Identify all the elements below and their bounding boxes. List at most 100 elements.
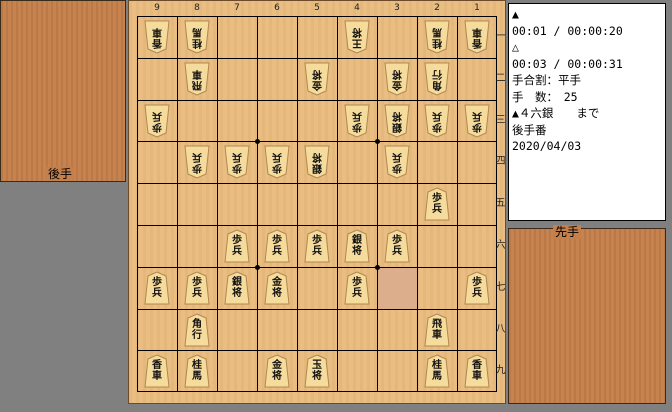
gote-piece[interactable]: 銀将 <box>384 104 410 138</box>
piece-char: 歩 <box>392 162 402 174</box>
piece-char: 銀 <box>392 120 402 132</box>
piece-char: 王 <box>352 36 362 48</box>
sente-piece[interactable]: 玉将 <box>304 354 330 388</box>
piece-char: 歩 <box>192 162 202 174</box>
piece-char: 桂 <box>432 36 442 48</box>
grid-line <box>257 17 258 391</box>
rank-label: 三 <box>495 114 506 126</box>
grid-line <box>138 350 496 352</box>
star-point <box>375 264 380 270</box>
gote-piece[interactable]: 桂馬 <box>424 20 450 54</box>
grid-line <box>377 17 378 391</box>
sente-piece[interactable]: 歩兵 <box>144 271 170 305</box>
sente-piece[interactable]: 香車 <box>144 354 170 388</box>
piece-char: 香 <box>152 360 162 372</box>
piece-char: 兵 <box>352 287 362 299</box>
piece-char: 兵 <box>432 204 442 216</box>
rank-label: 一 <box>495 30 506 42</box>
gote-piece[interactable]: 角行 <box>424 62 450 96</box>
gote-piece[interactable]: 歩兵 <box>184 145 210 179</box>
game-date: 2020/04/03 <box>512 139 582 153</box>
gote-piece[interactable]: 銀将 <box>304 145 330 179</box>
sente-piece[interactable]: 歩兵 <box>384 229 410 263</box>
gote-piece[interactable]: 香車 <box>144 20 170 54</box>
grid-line <box>138 266 496 268</box>
gote-piece[interactable]: 桂馬 <box>184 20 210 54</box>
rank-label: 四 <box>495 156 506 168</box>
sente-piece[interactable]: 銀将 <box>344 229 370 263</box>
piece-char: 将 <box>392 67 402 79</box>
sente-piece[interactable]: 歩兵 <box>344 271 370 305</box>
grid-line <box>177 17 178 391</box>
file-label: 9 <box>154 3 160 13</box>
sente-piece[interactable]: 桂馬 <box>184 354 210 388</box>
piece-char: 歩 <box>152 276 162 288</box>
sente-piece-stand[interactable]: 先手 <box>508 225 666 404</box>
gote-piece[interactable]: 金将 <box>304 62 330 96</box>
gote-piece[interactable]: 歩兵 <box>264 145 290 179</box>
piece-char: 香 <box>152 36 162 48</box>
gote-piece[interactable]: 歩兵 <box>464 104 490 138</box>
gote-piece-stand[interactable]: 後手 <box>0 0 126 182</box>
file-label: 2 <box>434 3 440 13</box>
game-info-panel: ▲ 00:01 / 00:00:20 △ 00:03 / 00:00:31 手合… <box>508 3 666 221</box>
piece-char: 香 <box>472 36 482 48</box>
file-label: 1 <box>474 3 480 13</box>
sente-piece[interactable]: 歩兵 <box>464 271 490 305</box>
piece-char: 将 <box>232 287 242 299</box>
file-label: 6 <box>274 3 280 13</box>
gote-piece[interactable]: 歩兵 <box>384 145 410 179</box>
rank-label: 五 <box>495 198 506 210</box>
sente-stand-label: 先手 <box>553 225 582 239</box>
piece-char: 歩 <box>272 162 282 174</box>
sente-piece[interactable]: 金将 <box>264 354 290 388</box>
piece-char: 将 <box>352 25 362 37</box>
gote-turn-mark: ▲ <box>512 7 519 21</box>
sente-piece[interactable]: 香車 <box>464 354 490 388</box>
gote-piece[interactable]: 王将 <box>344 20 370 54</box>
piece-char: 将 <box>312 371 322 383</box>
side-to-move-text: 後手番 <box>512 122 547 137</box>
piece-char: 馬 <box>432 25 442 37</box>
gote-piece[interactable]: 香車 <box>464 20 490 54</box>
piece-char: 角 <box>432 78 442 90</box>
grid-line <box>138 141 496 143</box>
gote-piece[interactable]: 歩兵 <box>224 145 250 179</box>
piece-char: 行 <box>432 67 442 79</box>
sente-piece[interactable]: 歩兵 <box>184 271 210 305</box>
sente-piece[interactable]: 飛車 <box>424 312 450 347</box>
gote-piece[interactable]: 飛車 <box>184 62 210 96</box>
gote-piece[interactable]: 歩兵 <box>424 104 450 138</box>
piece-char: 歩 <box>472 120 482 132</box>
gote-piece[interactable]: 金将 <box>384 62 410 96</box>
piece-char: 兵 <box>352 109 362 121</box>
piece-char: 歩 <box>352 276 362 288</box>
file-label: 5 <box>314 3 320 13</box>
piece-char: 車 <box>152 25 162 37</box>
sente-piece[interactable]: 銀将 <box>224 271 250 305</box>
grid-line <box>138 225 496 226</box>
last-move-highlight <box>378 267 417 309</box>
sente-piece[interactable]: 歩兵 <box>424 187 450 221</box>
piece-char: 車 <box>152 371 162 383</box>
sente-piece[interactable]: 歩兵 <box>264 229 290 263</box>
piece-char: 兵 <box>392 151 402 163</box>
sente-piece[interactable]: 桂馬 <box>424 354 450 388</box>
star-point <box>255 264 260 270</box>
piece-char: 車 <box>472 371 482 383</box>
sente-piece[interactable]: 金将 <box>264 271 290 305</box>
piece-char: 歩 <box>432 120 442 132</box>
piece-char: 桂 <box>432 360 442 372</box>
piece-char: 車 <box>192 67 202 79</box>
sente-piece[interactable]: 歩兵 <box>224 229 250 263</box>
sente-piece[interactable]: 歩兵 <box>304 229 330 263</box>
piece-char: 角 <box>192 318 202 330</box>
rank-label: 二 <box>495 72 506 84</box>
sente-piece[interactable]: 角行 <box>184 312 210 347</box>
file-label: 7 <box>234 3 240 13</box>
piece-char: 玉 <box>312 360 322 372</box>
gote-piece[interactable]: 歩兵 <box>144 104 170 138</box>
piece-char: 兵 <box>152 109 162 121</box>
gote-piece[interactable]: 歩兵 <box>344 104 370 138</box>
piece-char: 将 <box>312 151 322 163</box>
